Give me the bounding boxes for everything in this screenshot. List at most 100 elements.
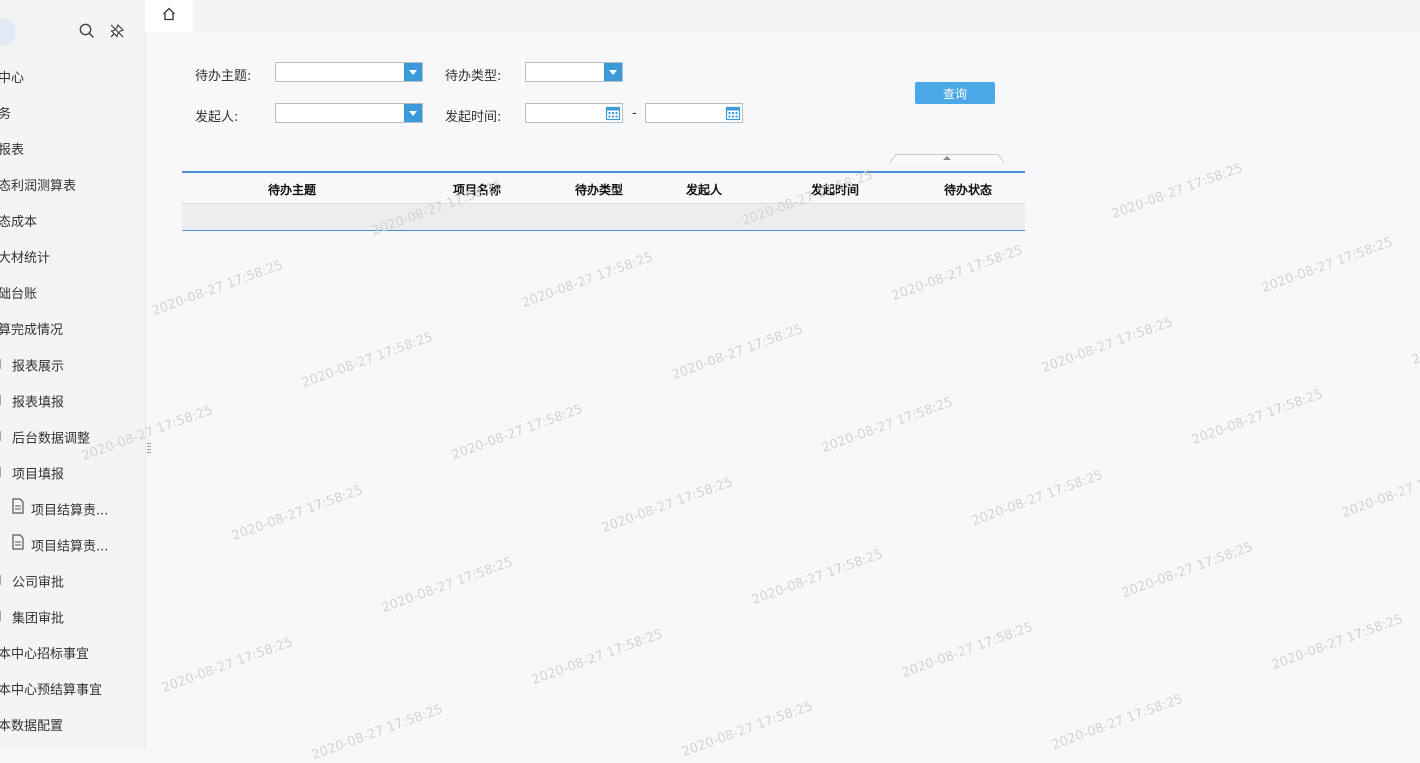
watermark-text: 2020-08-27 17:58:25 bbox=[1040, 314, 1175, 377]
type-select[interactable] bbox=[525, 62, 623, 82]
subject-select[interactable] bbox=[275, 62, 423, 82]
sidebar-item-label: 务 bbox=[0, 107, 11, 122]
subject-label: 待办主题: bbox=[195, 69, 252, 84]
search-icon[interactable] bbox=[78, 22, 96, 40]
tab-home[interactable] bbox=[145, 0, 193, 32]
sidebar: 中心 务 报表 态利润测算表 态成本 大材统计 础台账 算完成情况 报表展示 报… bbox=[0, 0, 146, 749]
sidebar-item-label: 本中心招标事宜 bbox=[0, 647, 90, 662]
sidebar-item-label: 后台数据调整 bbox=[12, 431, 91, 447]
sidebar-item-task[interactable]: 务 bbox=[0, 97, 11, 133]
sidebar-item-label: 报表 bbox=[0, 143, 25, 158]
tab-bar bbox=[145, 0, 1420, 32]
watermark-text: 2020-08-27 17:58:25 bbox=[160, 634, 295, 697]
sidebar-item-label: 中心 bbox=[0, 71, 25, 86]
chevron-down-icon[interactable] bbox=[404, 63, 422, 81]
sidebar-item-label: 本数据配置 bbox=[0, 719, 64, 734]
watermark-text: 2020-08-27 17:58:25 bbox=[450, 401, 585, 464]
watermark-text: 2020-08-27 17:58:25 bbox=[1270, 611, 1405, 674]
sidebar-item-label: 项目填报 bbox=[12, 467, 65, 483]
watermark-text: 2020-08-27 17:58:25 bbox=[1410, 307, 1420, 369]
sidebar-item-dynamic-cost[interactable]: 态成本 bbox=[0, 205, 37, 241]
folder-icon bbox=[0, 349, 12, 385]
watermark-text: 2020-08-27 17:58:25 bbox=[310, 701, 445, 763]
watermark-text: 2020-08-27 17:58:25 bbox=[530, 626, 665, 689]
folder-icon bbox=[0, 457, 12, 493]
column-header[interactable]: 发起人 bbox=[686, 181, 722, 198]
initiator-select[interactable] bbox=[275, 103, 423, 123]
sidebar-item-label: 集团审批 bbox=[12, 611, 65, 627]
watermark-text: 2020-08-27 17:58:25 bbox=[1260, 234, 1395, 297]
watermark-text: 2020-08-27 17:58:25 bbox=[680, 698, 815, 761]
unpin-icon[interactable] bbox=[108, 22, 126, 40]
home-icon bbox=[161, 6, 177, 26]
chevron-down-icon[interactable] bbox=[404, 104, 422, 122]
query-button[interactable]: 查询 bbox=[915, 82, 995, 104]
folder-icon bbox=[0, 421, 12, 457]
sidebar-item-pre-settlement[interactable]: 本中心预结算事宜 bbox=[0, 673, 102, 709]
watermark-text: 2020-08-27 17:58:25 bbox=[380, 554, 515, 617]
watermark-text: 2020-08-27 17:58:25 bbox=[820, 394, 955, 457]
sidebar-item-data-config[interactable]: 本数据配置 bbox=[0, 709, 63, 745]
sidebar-item-label: 大材统计 bbox=[0, 251, 51, 266]
sidebar-item-label: 本中心预结算事宜 bbox=[0, 683, 103, 698]
folder-icon bbox=[0, 565, 12, 601]
watermark-text: 2020-08-27 17:58:25 bbox=[230, 482, 365, 545]
sidebar-item-report-fill[interactable]: 报表填报 bbox=[0, 385, 64, 421]
watermark-text: 2020-08-27 17:58:25 bbox=[150, 257, 285, 320]
sidebar-item-label: 项目结算责... bbox=[31, 539, 109, 555]
column-header[interactable]: 项目名称 bbox=[453, 181, 501, 198]
sidebar-item-label: 报表展示 bbox=[12, 359, 65, 375]
sidebar-item-project-settlement-1[interactable]: 项目结算责... bbox=[11, 493, 108, 529]
sidebar-item-bidding[interactable]: 本中心招标事宜 bbox=[0, 637, 89, 673]
watermark-text: 2020-08-27 17:58:25 bbox=[1340, 459, 1420, 522]
watermark-text: 2020-08-27 17:58:25 bbox=[600, 474, 735, 537]
sidebar-item-project-fill[interactable]: 项目填报 bbox=[0, 457, 64, 493]
column-header[interactable]: 发起时间 bbox=[811, 181, 859, 198]
calendar-icon[interactable] bbox=[725, 105, 741, 121]
sidebar-item-label: 公司审批 bbox=[12, 575, 65, 591]
sidebar-item-center[interactable]: 中心 bbox=[0, 61, 24, 97]
sidebar-item-label: 报表填报 bbox=[12, 395, 65, 411]
folder-icon bbox=[0, 601, 12, 637]
sidebar-item-report-display[interactable]: 报表展示 bbox=[0, 349, 64, 385]
calendar-icon[interactable] bbox=[605, 105, 621, 121]
watermark-text: 2020-08-27 17:58:25 bbox=[670, 321, 805, 384]
watermark-text: 2020-08-27 17:58:25 bbox=[1120, 539, 1255, 602]
folder-icon bbox=[0, 385, 12, 421]
sidebar-item-label: 算完成情况 bbox=[0, 323, 64, 338]
sidebar-item-company-approval[interactable]: 公司审批 bbox=[0, 565, 64, 601]
sidebar-item-group-approval[interactable]: 集团审批 bbox=[0, 601, 64, 637]
watermark-text: 2020-08-27 17:58:25 bbox=[1190, 386, 1325, 449]
todo-table: 待办主题 项目名称 待办类型 发起人 发起时间 待办状态 bbox=[182, 171, 1025, 231]
avatar[interactable] bbox=[0, 18, 16, 46]
watermark-text: 2020-08-27 17:58:25 bbox=[900, 619, 1035, 682]
column-header[interactable]: 待办主题 bbox=[268, 181, 316, 198]
watermark-text: 2020-08-27 17:58:25 bbox=[300, 329, 435, 392]
watermark-text: 2020-08-27 17:58:25 bbox=[890, 242, 1025, 305]
sidebar-item-report[interactable]: 报表 bbox=[0, 133, 24, 169]
sidebar-item-project-settlement-2[interactable]: 项目结算责... bbox=[11, 529, 108, 565]
watermark-text: 2020-08-27 17:58:25 bbox=[520, 249, 655, 312]
sidebar-item-settlement-status[interactable]: 算完成情况 bbox=[0, 313, 63, 349]
collapse-filter-toggle[interactable] bbox=[889, 152, 1005, 163]
column-header[interactable]: 待办状态 bbox=[944, 181, 992, 198]
type-label: 待办类型: bbox=[445, 69, 502, 84]
watermark-text: 2020-08-27 17:58:25 bbox=[750, 546, 885, 609]
start-date-input[interactable] bbox=[525, 103, 623, 123]
watermark-text: 2020-08-27 17:58:25 bbox=[1050, 691, 1185, 754]
sidebar-item-base-ledger[interactable]: 础台账 bbox=[0, 277, 37, 313]
sidebar-item-material-stats[interactable]: 大材统计 bbox=[0, 241, 50, 277]
sidebar-item-label: 态利润测算表 bbox=[0, 179, 77, 194]
time-label: 发起时间: bbox=[445, 110, 502, 125]
sidebar-item-backend-adjust[interactable]: 后台数据调整 bbox=[0, 421, 90, 457]
sidebar-resize-handle[interactable] bbox=[147, 443, 151, 455]
sidebar-item-profit-calc[interactable]: 态利润测算表 bbox=[0, 169, 76, 205]
end-date-input[interactable] bbox=[645, 103, 743, 123]
initiator-label: 发起人: bbox=[195, 110, 239, 125]
document-icon bbox=[11, 529, 25, 565]
chevron-down-icon[interactable] bbox=[604, 63, 622, 81]
watermark-text: 2020-08-27 17:58:25 bbox=[970, 467, 1105, 530]
date-range-separator: - bbox=[632, 106, 637, 121]
table-empty-row bbox=[182, 203, 1025, 230]
column-header[interactable]: 待办类型 bbox=[575, 181, 623, 198]
